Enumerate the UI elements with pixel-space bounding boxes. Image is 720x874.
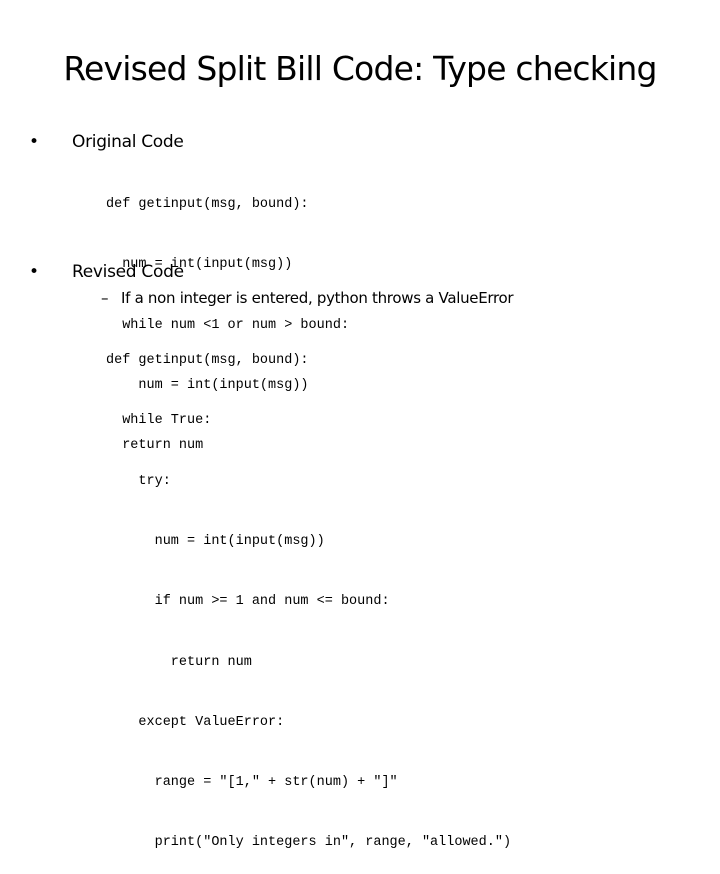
code-line: def getinput(msg, bound): [106,197,309,213]
code-line: print("Only integers in", range, "allowe… [106,835,512,851]
sub-bullet-label: If a non integer is entered, python thro… [121,289,514,307]
slide-title: Revised Split Bill Code: Type checking [63,49,657,88]
code-block-revised: def getinput(msg, bound): while True: tr… [106,311,511,874]
code-line: num = int(input(msg)) [106,534,325,550]
code-line: return num [106,654,252,670]
bullet-marker: • [29,132,39,152]
code-line: except ValueError: [106,714,285,730]
code-line: def getinput(msg, bound): [106,353,309,369]
bullet-label: Revised Code [72,262,184,282]
bullet-label: Original Code [72,132,184,152]
code-line: while True: [106,413,212,429]
sub-bullet-value-error: – If a non integer is entered, python thr… [101,287,514,309]
code-line: try: [106,473,171,489]
bullet-marker: • [29,262,39,282]
code-line: if num >= 1 and num <= bound: [106,594,390,610]
code-line: range = "[1," + str(num) + "]" [106,775,398,791]
sub-bullet-marker: – [101,289,109,307]
